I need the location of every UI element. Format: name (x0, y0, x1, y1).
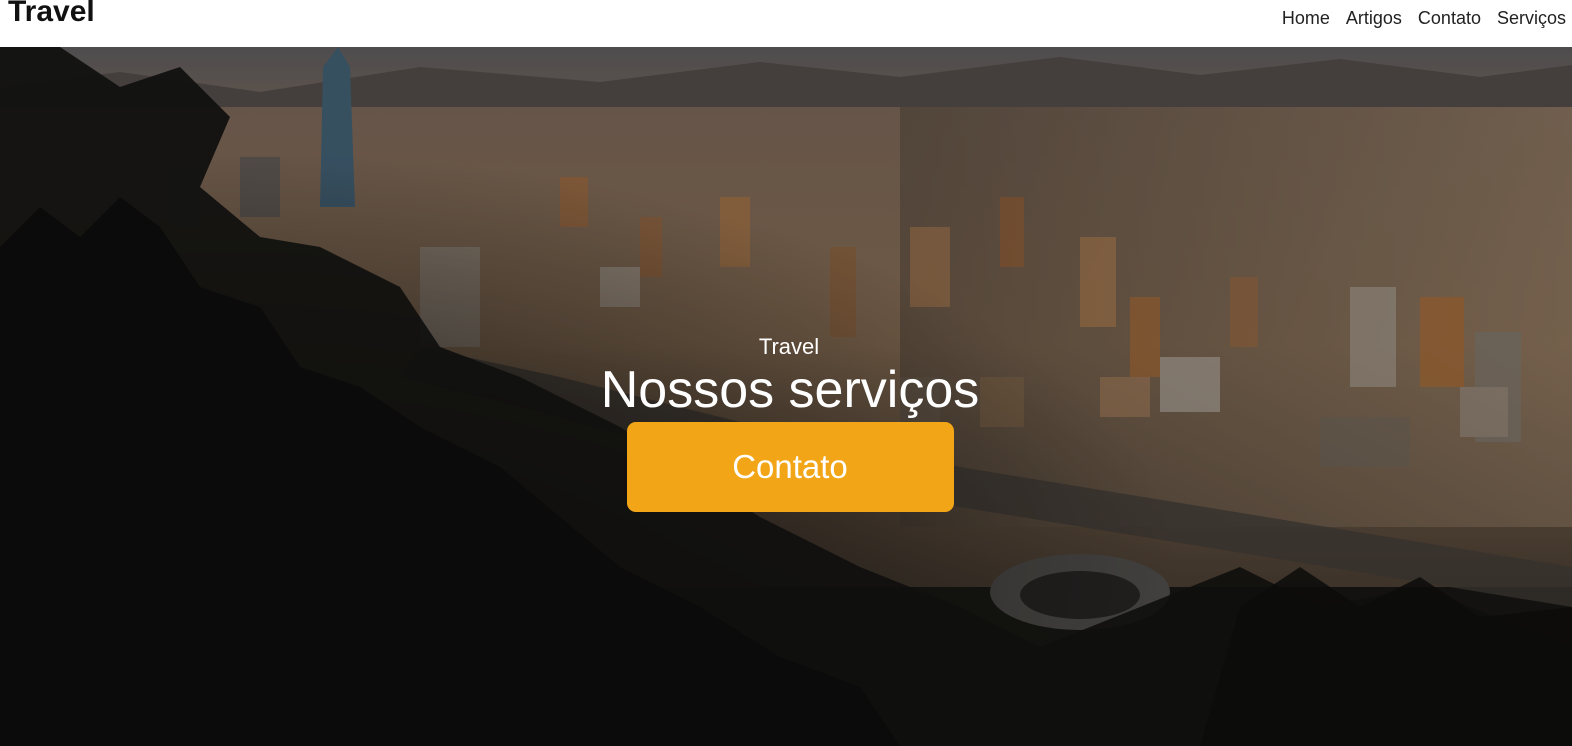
hero-kicker: Travel (758, 334, 820, 359)
nav-home-link[interactable]: Home (1282, 8, 1330, 29)
site-logo[interactable]: Travel (8, 0, 95, 29)
hero-content: Travel Nossos serviços Contato (0, 332, 1572, 512)
main-nav: Home Artigos Contato Serviços (1282, 8, 1566, 29)
contato-button[interactable]: Contato (626, 422, 954, 512)
nav-artigos-link[interactable]: Artigos (1346, 8, 1402, 29)
nav-servicos-link[interactable]: Serviços (1497, 8, 1566, 29)
hero-section: Travel Nossos serviços Contato (0, 47, 1572, 746)
nav-contato-link[interactable]: Contato (1418, 8, 1481, 29)
hero-title: Nossos serviços (600, 361, 980, 419)
top-navbar: Travel Home Artigos Contato Serviços (0, 0, 1572, 47)
